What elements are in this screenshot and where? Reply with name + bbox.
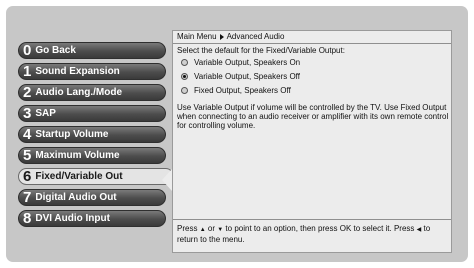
radio-button-icon[interactable] [181, 59, 188, 66]
menu-item-fixed-variable-out[interactable]: 6 Fixed/Variable Out [18, 168, 174, 185]
option-label: Variable Output, Speakers Off [194, 72, 300, 81]
menu-item-sound-expansion[interactable]: 1 Sound Expansion [18, 63, 166, 80]
menu-item-go-back[interactable]: 0 Go Back [18, 42, 166, 59]
menu-item-audio-lang-mode[interactable]: 2 Audio Lang./Mode [18, 84, 166, 101]
option-prompt: Select the default for the Fixed/Variabl… [177, 46, 345, 55]
menu-item-number: 7 [23, 189, 32, 206]
down-arrow-icon: ▼ [217, 227, 224, 233]
option-label: Variable Output, Speakers On [194, 58, 301, 67]
menu-item-dvi-audio-input[interactable]: 8 DVI Audio Input [18, 210, 166, 227]
tv-screen: 0 Go Back 1 Sound Expansion 2 Audio Lang… [6, 6, 468, 262]
menu-item-label: Digital Audio Out [35, 192, 117, 203]
breadcrumb-parent: Main Menu [177, 32, 217, 41]
menu-item-digital-audio-out[interactable]: 7 Digital Audio Out [18, 189, 166, 206]
radio-button-selected-icon[interactable] [181, 73, 188, 80]
menu-item-label: SAP [35, 108, 56, 119]
menu-item-number: 1 [23, 63, 32, 80]
option-label: Fixed Output, Speakers Off [194, 86, 291, 95]
option-fixed-speakers-off[interactable]: Fixed Output, Speakers Off [181, 86, 291, 95]
menu-item-number: 5 [23, 147, 32, 164]
menu-item-number: 4 [23, 126, 32, 143]
footer-text: or [207, 224, 215, 233]
menu-item-label: Maximum Volume [35, 150, 120, 161]
left-arrow-icon: ◀ [416, 227, 422, 233]
menu-item-number: 6 [23, 168, 32, 185]
selection-pointer-arrow [162, 169, 172, 191]
footer-text: Press [177, 224, 198, 233]
breadcrumb-separator-icon [219, 34, 224, 40]
menu-item-number: 8 [23, 210, 32, 227]
menu-item-number: 3 [23, 105, 32, 122]
up-arrow-icon: ▲ [199, 227, 206, 233]
radio-button-icon[interactable] [181, 87, 188, 94]
menu-item-maximum-volume[interactable]: 5 Maximum Volume [18, 147, 166, 164]
footer-text: to point to an option, then press OK to … [225, 224, 415, 233]
menu-item-startup-volume[interactable]: 4 Startup Volume [18, 126, 166, 143]
breadcrumb: Main Menu Advanced Audio [173, 31, 451, 44]
menu-item-number: 0 [23, 42, 32, 59]
breadcrumb-current: Advanced Audio [226, 32, 285, 41]
menu-item-sap[interactable]: 3 SAP [18, 105, 166, 122]
option-variable-speakers-on[interactable]: Variable Output, Speakers On [181, 58, 300, 67]
option-variable-speakers-off[interactable]: Variable Output, Speakers Off [181, 72, 300, 81]
menu-item-label: Startup Volume [35, 129, 109, 140]
menu-item-label: Sound Expansion [35, 66, 120, 77]
menu-item-label: DVI Audio Input [35, 213, 110, 224]
help-footer: Press ▲ or ▼ to point to an option, then… [173, 219, 451, 244]
menu-item-number: 2 [23, 84, 32, 101]
menu-item-label: Go Back [35, 45, 76, 56]
option-description: Use Variable Output if volume will be co… [177, 103, 449, 130]
menu-item-label: Fixed/Variable Out [35, 171, 123, 182]
options-panel: Main Menu Advanced Audio Select the defa… [172, 30, 452, 253]
menu-item-label: Audio Lang./Mode [35, 87, 122, 98]
